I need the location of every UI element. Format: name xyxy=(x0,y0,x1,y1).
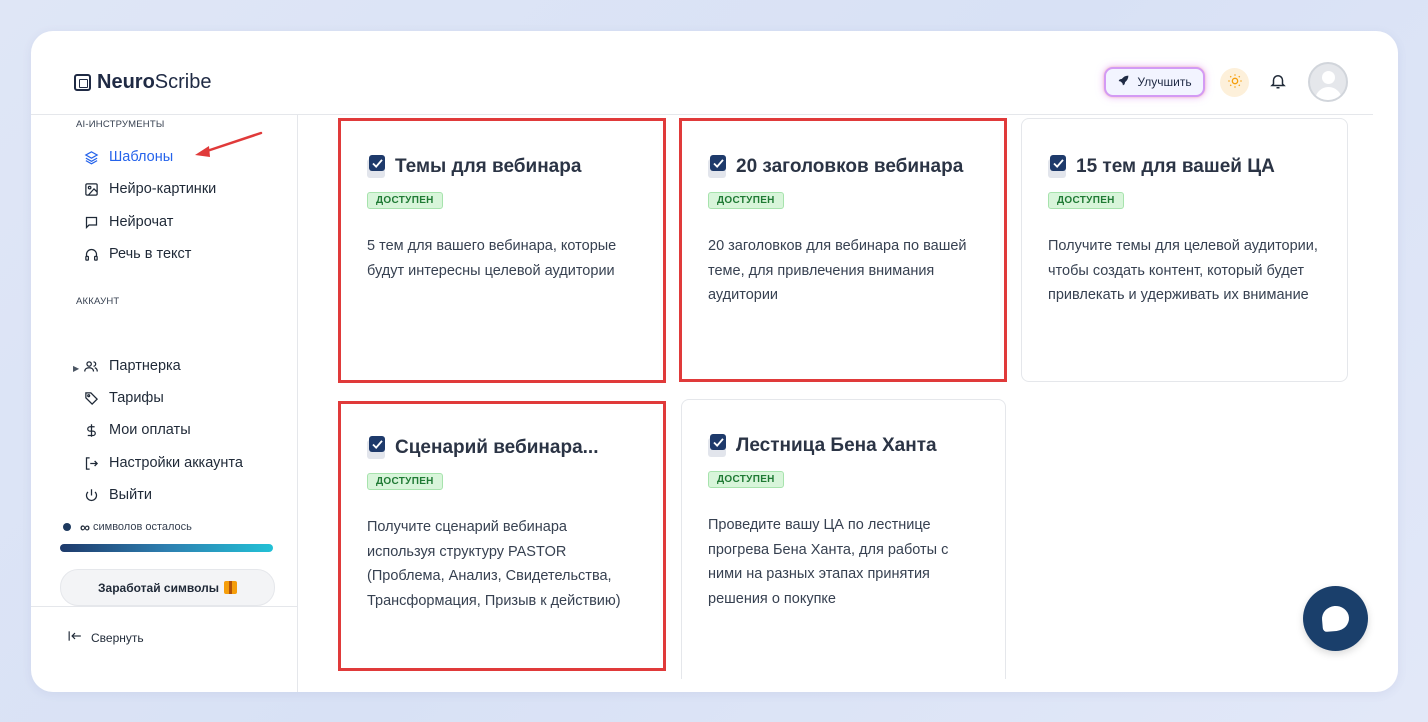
earn-credits-button[interactable]: Заработай символы xyxy=(60,569,275,606)
sidebar-item-label: Мои оплаты xyxy=(109,422,191,438)
template-card-webinar-headlines[interactable]: 20 заголовков вебинара ДОСТУПЕН 20 загол… xyxy=(679,118,1007,382)
sidebar-item-label: Речь в текст xyxy=(109,246,192,262)
credits-info: ∞ символов осталось xyxy=(63,519,192,535)
card-description: 20 заголовков для вебинара по вашей теме… xyxy=(708,238,967,303)
sidebar-item-label: Настройки аккаунта xyxy=(109,455,243,471)
chat-icon xyxy=(83,214,99,230)
collapse-button[interactable]: Свернуть xyxy=(68,630,144,645)
checkbox-icon xyxy=(1048,155,1068,178)
account-section-label: АККАУНТ xyxy=(76,296,120,307)
card-description: Проведите вашу ЦА по лестнице прогрева Б… xyxy=(708,517,949,607)
card-title-text: Сценарий вебинара... xyxy=(395,436,599,458)
credits-symbol: ∞ xyxy=(80,519,90,535)
card-title-text: 20 заголовков вебинара xyxy=(736,155,964,177)
theme-toggle[interactable] xyxy=(1220,68,1249,97)
credits-progress-fill xyxy=(60,544,273,552)
chat-bubble-icon xyxy=(1320,604,1351,633)
status-badge: ДОСТУПЕН xyxy=(367,192,443,209)
sidebar-item-partner[interactable]: Партнерка xyxy=(83,356,181,376)
status-badge: ДОСТУПЕН xyxy=(367,473,443,490)
sidebar-item-templates[interactable]: Шаблоны xyxy=(83,147,173,167)
sidebar-item-account-settings[interactable]: Настройки аккаунта xyxy=(83,453,243,473)
sun-icon xyxy=(1227,73,1243,93)
sidebar-item-logout[interactable]: Выйти xyxy=(83,485,152,505)
sidebar-item-label: Нейро-картинки xyxy=(109,181,217,197)
sidebar-item-label: Тарифы xyxy=(109,390,164,406)
avatar-body xyxy=(1315,87,1342,100)
image-icon xyxy=(83,181,99,197)
card-title: Лестница Бена Ханта xyxy=(708,434,979,457)
rocket-icon xyxy=(1117,74,1130,90)
sidebar-item-neurochat[interactable]: Нейрочат xyxy=(83,212,173,232)
credits-text: символов осталось xyxy=(92,521,192,533)
sidebar: AI-ИНСТРУМЕНТЫ Шаблоны Нейро-картинки Не… xyxy=(31,115,298,692)
annotation-arrow xyxy=(195,131,263,157)
template-card-webinar-script[interactable]: Сценарий вебинара... ДОСТУПЕН Получите с… xyxy=(338,401,666,671)
sidebar-item-label: Партнерка xyxy=(109,358,181,374)
status-badge: ДОСТУПЕН xyxy=(1048,192,1124,209)
app-window: NeuroScribe Улучшить AI-ИНСТРУМЕНТЫ Шабл… xyxy=(31,31,1398,692)
settings-exit-icon xyxy=(83,455,99,471)
logo-icon xyxy=(74,74,91,91)
gift-icon xyxy=(223,581,237,594)
collapse-icon xyxy=(68,630,82,645)
sidebar-divider xyxy=(31,606,297,607)
sidebar-item-label: Шаблоны xyxy=(109,149,174,165)
card-title-text: 15 тем для вашей ЦА xyxy=(1076,155,1275,177)
avatar[interactable] xyxy=(1308,62,1348,102)
sidebar-item-speech-to-text[interactable]: Речь в текст xyxy=(83,244,191,264)
sidebar-item-payments[interactable]: Мои оплаты xyxy=(83,420,191,440)
checkbox-icon xyxy=(708,434,728,457)
headphones-icon xyxy=(83,246,99,262)
logo[interactable]: NeuroScribe xyxy=(74,71,212,94)
tools-section-label: AI-ИНСТРУМЕНТЫ xyxy=(76,119,165,130)
checkbox-icon xyxy=(367,155,387,178)
template-card-webinar-topics[interactable]: Темы для вебинара ДОСТУПЕН 5 тем для ваш… xyxy=(338,118,666,383)
power-icon xyxy=(83,487,99,503)
sidebar-item-label: Выйти xyxy=(109,487,152,503)
sidebar-item-neuro-images[interactable]: Нейро-картинки xyxy=(83,179,216,199)
card-description: Получите темы для целевой аудитории, что… xyxy=(1048,238,1318,303)
credits-progress-bar xyxy=(60,544,273,552)
dollar-icon xyxy=(83,422,99,438)
earn-label: Заработай символы xyxy=(98,580,219,595)
card-title: Темы для вебинара xyxy=(367,155,637,178)
sidebar-item-label: Нейрочат xyxy=(109,214,174,230)
card-title: 15 тем для вашей ЦА xyxy=(1048,155,1321,178)
users-icon xyxy=(83,358,99,374)
bell-icon xyxy=(1269,71,1287,96)
card-title: 20 заголовков вебинара xyxy=(708,155,978,178)
upgrade-button[interactable]: Улучшить xyxy=(1104,67,1205,97)
collapse-label: Свернуть xyxy=(91,630,144,645)
status-dot xyxy=(63,523,71,531)
status-badge: ДОСТУПЕН xyxy=(708,471,784,488)
layers-icon xyxy=(83,149,99,165)
card-title: Сценарий вебинара... xyxy=(367,436,637,459)
sidebar-item-tariffs[interactable]: Тарифы xyxy=(83,388,164,408)
card-title-text: Лестница Бена Ханта xyxy=(736,434,937,456)
caret-right-icon[interactable]: ▶ xyxy=(73,364,79,373)
card-title-text: Темы для вебинара xyxy=(395,155,582,177)
logo-text: NeuroScribe xyxy=(97,71,212,93)
checkbox-icon xyxy=(367,436,387,459)
status-badge: ДОСТУПЕН xyxy=(708,192,784,209)
template-card-ben-hunt-ladder[interactable]: Лестница Бена Ханта ДОСТУПЕН Проведите в… xyxy=(681,399,1006,679)
support-chat-button[interactable] xyxy=(1303,586,1368,651)
upgrade-label: Улучшить xyxy=(1137,75,1192,89)
card-description: Получите сценарий вебинара используя стр… xyxy=(367,519,621,609)
card-description: 5 тем для вашего вебинара, которые будут… xyxy=(367,238,617,279)
notifications-button[interactable] xyxy=(1266,71,1290,95)
tag-icon xyxy=(83,390,99,406)
checkbox-icon xyxy=(708,155,728,178)
avatar-head xyxy=(1322,71,1335,84)
template-card-audience-topics[interactable]: 15 тем для вашей ЦА ДОСТУПЕН Получите те… xyxy=(1021,118,1348,382)
